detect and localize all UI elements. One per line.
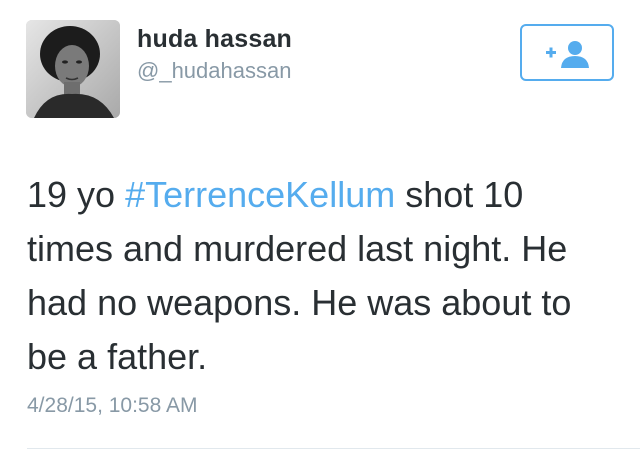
tweet-text-prefix: 19 yo xyxy=(27,174,126,215)
tweet: huda hassan @_hudahassan 19 yo #Terrence… xyxy=(0,0,640,451)
author-handle[interactable]: @_hudahassan xyxy=(137,58,291,84)
divider xyxy=(27,448,640,449)
tweet-text: 19 yo #TerrenceKellum shot 10 times and … xyxy=(27,168,617,384)
hashtag-link[interactable]: #TerrenceKellum xyxy=(125,174,395,215)
author-name[interactable]: huda hassan xyxy=(137,25,292,54)
avatar[interactable] xyxy=(26,20,120,118)
tweet-timestamp: 4/28/15, 10:58 AM xyxy=(27,394,198,417)
avatar-photo xyxy=(26,20,120,118)
follow-user-icon xyxy=(546,41,589,68)
follow-button[interactable] xyxy=(520,24,614,81)
